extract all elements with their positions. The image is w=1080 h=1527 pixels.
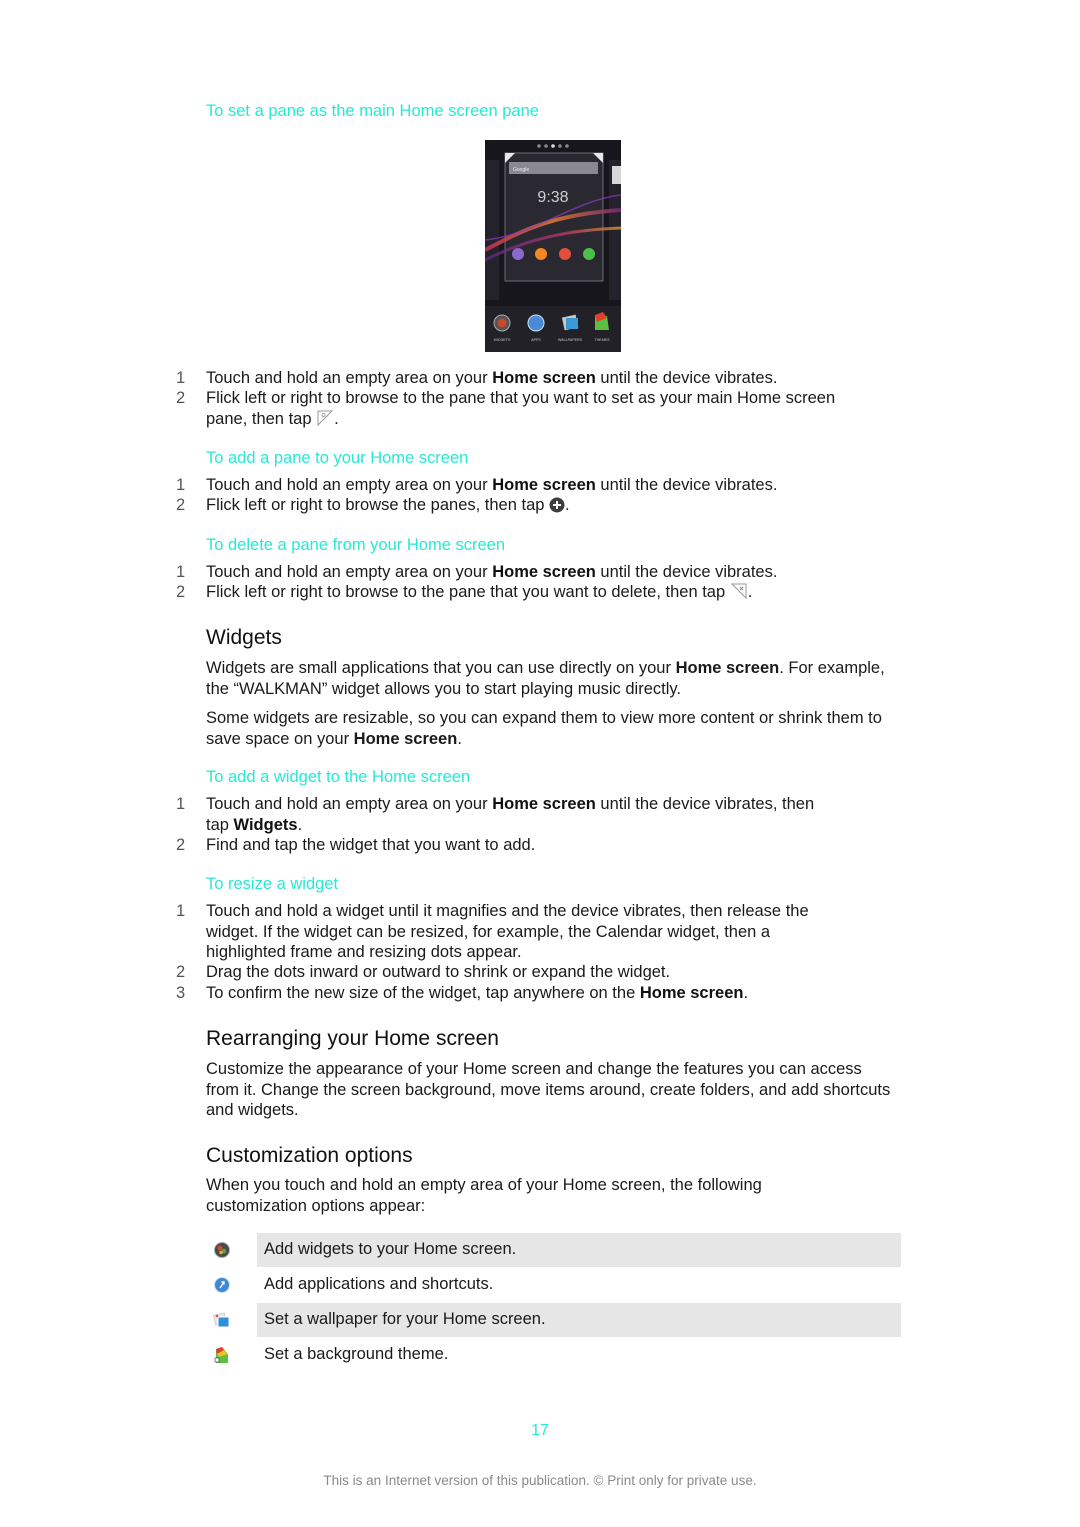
subheading-add-widget: To add a widget to the Home screen	[206, 768, 471, 786]
subheading-resize-widget: To resize a widget	[206, 875, 339, 893]
step-number: 3	[176, 984, 186, 1002]
option-label: Set a background theme.	[264, 1345, 449, 1363]
dock-label-apps: APPS	[531, 338, 541, 342]
step-text: Touch and hold an empty area on your Hom…	[206, 476, 778, 494]
dock-label-wallpapers: WALLPAPERS	[558, 338, 583, 342]
wallpapers-icon	[213, 1311, 231, 1329]
subheading-delete-pane: To delete a pane from your Home screen	[206, 536, 505, 554]
subheading-add-pane: To add a pane to your Home screen	[206, 449, 469, 467]
step-text: Find and tap the widget that you want to…	[206, 836, 536, 854]
step-text: Touch and hold an empty area on your Hom…	[206, 563, 778, 581]
step-number: 1	[176, 563, 186, 581]
step-number: 1	[176, 795, 186, 813]
dock-label-themes: THEMES	[595, 338, 611, 342]
option-row-apps: Add applications and shortcuts.	[205, 1268, 901, 1302]
delete-pane-icon	[730, 582, 748, 606]
widgets-paragraph-1: Widgets are small applications that you …	[206, 659, 885, 698]
step-number: 2	[176, 496, 186, 514]
step-number: 2	[176, 963, 186, 981]
heading-rearranging: Rearranging your Home screen	[206, 1027, 499, 1050]
step-text: Touch and hold an empty area on your Hom…	[206, 369, 778, 387]
home-screen-edit-screenshot: Google 9:38 WIDGETS APPS WALLPAPERS THEM…	[485, 140, 621, 352]
step-text: Flick left or right to browse to the pan…	[206, 582, 906, 606]
phone-search-label: Google	[513, 167, 529, 173]
phone-clock: 9:38	[537, 189, 568, 206]
customization-paragraph: When you touch and hold an empty area of…	[206, 1176, 762, 1215]
step-text: Drag the dots inward or outward to shrin…	[206, 963, 671, 981]
step-number: 2	[176, 836, 186, 854]
step-number: 2	[176, 389, 186, 407]
themes-icon	[213, 1346, 231, 1364]
heading-widgets: Widgets	[206, 626, 282, 649]
step-text: Touch and hold a widget until it magnifi…	[206, 902, 809, 961]
step-text: To confirm the new size of the widget, t…	[206, 984, 749, 1002]
option-row-widgets: Add widgets to your Home screen.	[205, 1233, 901, 1267]
add-pane-icon	[549, 497, 565, 519]
footer-notice: This is an Internet version of this publ…	[323, 1473, 757, 1488]
option-label: Set a wallpaper for your Home screen.	[264, 1310, 546, 1328]
subheading-set-main-pane: To set a pane as the main Home screen pa…	[206, 102, 539, 120]
apps-icon	[213, 1276, 231, 1294]
option-label: Add applications and shortcuts.	[264, 1275, 494, 1293]
set-main-pane-icon	[316, 409, 334, 433]
step-number: 1	[176, 476, 186, 494]
step-text: Touch and hold an empty area on your Hom…	[206, 795, 815, 834]
widgets-icon	[213, 1241, 231, 1259]
option-row-themes: Set a background theme.	[205, 1338, 901, 1372]
dock-label-widgets: WIDGETS	[494, 338, 511, 342]
step-number: 1	[176, 369, 186, 387]
page-number: 17	[531, 1422, 549, 1439]
step-number: 2	[176, 583, 186, 601]
heading-customization-options: Customization options	[206, 1144, 413, 1167]
step-number: 1	[176, 902, 186, 920]
widgets-paragraph-2: Some widgets are resizable, so you can e…	[206, 709, 882, 748]
rearranging-paragraph: Customize the appearance of your Home sc…	[206, 1060, 891, 1119]
step-text: Flick left or right to browse to the pan…	[206, 388, 846, 432]
option-row-wallpapers: Set a wallpaper for your Home screen.	[205, 1303, 901, 1337]
phone-screen-illustration: Google 9:38 WIDGETS APPS WALLPAPERS THEM…	[485, 140, 621, 352]
option-label: Add widgets to your Home screen.	[264, 1240, 517, 1258]
step-text: Flick left or right to browse the panes,…	[206, 495, 846, 519]
